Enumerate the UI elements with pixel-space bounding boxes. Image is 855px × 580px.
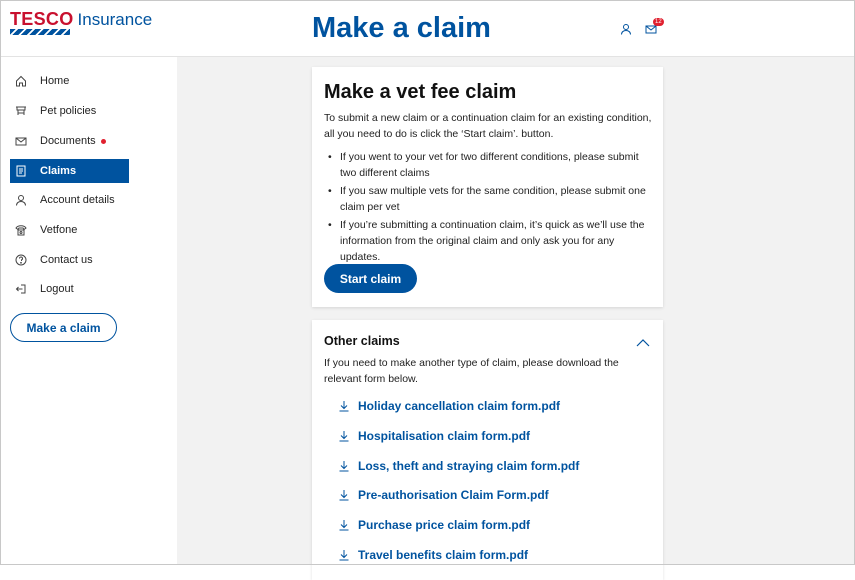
- download-link-label: Holiday cancellation claim form.pdf: [358, 399, 561, 413]
- page-title: Make a claim: [312, 12, 491, 44]
- unread-dot: [100, 138, 106, 144]
- sidebar-item-label: Home: [40, 75, 70, 87]
- logo-product: Insurance: [77, 10, 153, 29]
- phone-icon: [14, 223, 28, 237]
- other-claims-card: Other claims If you need to make another…: [312, 320, 663, 580]
- mail-icon: [14, 134, 28, 148]
- download-link-label: Hospitalisation claim form.pdf: [358, 429, 531, 443]
- download-link-label: Travel benefits claim form.pdf: [358, 548, 529, 562]
- download-link-travel-benefits[interactable]: Travel benefits claim form.pdf: [338, 546, 528, 564]
- other-claims-title: Other claims: [324, 334, 400, 348]
- start-claim-button[interactable]: Start claim: [324, 264, 417, 293]
- sidebar-item-home[interactable]: Home: [10, 69, 129, 93]
- download-link-pre-authorisation[interactable]: Pre-authorisation Claim Form.pdf: [338, 486, 549, 504]
- sidebar-item-label: Contact us: [40, 254, 93, 266]
- vet-fee-claim-intro: To submit a new claim or a continuation …: [324, 112, 652, 140]
- sidebar-item-label: Account details: [40, 194, 115, 206]
- list-item: If you saw multiple vets for the same co…: [324, 183, 654, 215]
- top-header: TESCO Insurance Make a claim 12: [0, 0, 855, 57]
- help-icon: [14, 253, 28, 267]
- sidebar: Home Pet policies Documents Claims Accou…: [0, 57, 176, 565]
- user-icon: [14, 193, 28, 207]
- download-link-hospitalisation[interactable]: Hospitalisation claim form.pdf: [338, 427, 530, 445]
- sidebar-item-label: Claims: [40, 165, 77, 177]
- download-link-purchase-price[interactable]: Purchase price claim form.pdf: [338, 516, 530, 534]
- sidebar-item-label: Logout: [40, 283, 74, 295]
- tesco-insurance-logo[interactable]: TESCO Insurance: [10, 9, 153, 35]
- home-icon: [14, 74, 28, 88]
- download-link-label: Pre-authorisation Claim Form.pdf: [358, 488, 549, 502]
- sidebar-item-claims[interactable]: Claims: [10, 159, 129, 183]
- vet-fee-claim-card: Make a vet fee claim To submit a new cla…: [312, 67, 663, 307]
- account-icon[interactable]: [620, 22, 632, 35]
- sidebar-item-label: Documents: [40, 135, 96, 147]
- other-claims-description: If you need to make another type of clai…: [324, 357, 619, 385]
- download-link-label: Purchase price claim form.pdf: [358, 518, 531, 532]
- download-link-holiday-cancellation[interactable]: Holiday cancellation claim form.pdf: [338, 397, 560, 415]
- main-content: Make a vet fee claim To submit a new cla…: [177, 57, 855, 580]
- vet-fee-claim-title: Make a vet fee claim: [324, 81, 517, 103]
- sidebar-item-documents[interactable]: Documents: [10, 129, 129, 153]
- sidebar-item-vetfone[interactable]: Vetfone: [10, 218, 129, 242]
- make-a-claim-button[interactable]: Make a claim: [10, 313, 117, 342]
- pet-icon: [14, 104, 28, 118]
- list-item: If you’re submitting a continuation clai…: [324, 217, 654, 265]
- download-link-loss-theft-straying[interactable]: Loss, theft and straying claim form.pdf: [338, 457, 579, 475]
- logo-brand: TESCO: [10, 9, 74, 29]
- download-icon: [338, 519, 350, 531]
- download-icon: [338, 430, 350, 442]
- sidebar-item-label: Pet policies: [40, 105, 97, 117]
- sidebar-item-account-details[interactable]: Account details: [10, 188, 129, 212]
- chevron-up-icon[interactable]: [636, 335, 650, 347]
- download-link-label: Loss, theft and straying claim form.pdf: [358, 459, 580, 473]
- notification-badge: 12: [653, 18, 664, 26]
- logo-stripe: [10, 29, 70, 35]
- download-icon: [338, 460, 350, 472]
- list-item: If you went to your vet for two differen…: [324, 149, 654, 181]
- logout-icon: [14, 282, 28, 296]
- download-icon: [338, 549, 350, 561]
- sidebar-item-contact-us[interactable]: Contact us: [10, 248, 129, 272]
- claims-icon: [14, 164, 28, 178]
- sidebar-item-logout[interactable]: Logout: [10, 277, 129, 301]
- vet-fee-claim-bullets: If you went to your vet for two differen…: [324, 149, 654, 267]
- download-icon: [338, 489, 350, 501]
- sidebar-item-label: Vetfone: [40, 224, 78, 236]
- download-icon: [338, 400, 350, 412]
- sidebar-item-pet-policies[interactable]: Pet policies: [10, 99, 129, 123]
